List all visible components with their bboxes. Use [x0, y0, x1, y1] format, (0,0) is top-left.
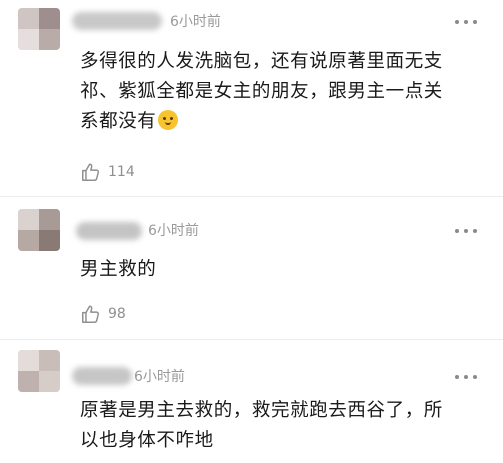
more-options-icon[interactable]: [455, 374, 477, 380]
comment-item: 6小时前 多得很的人发洗脑包，还有说原著里面无支 祁、紫狐全都是女主的朋友，跟男…: [0, 0, 503, 196]
like-count: 98: [108, 306, 126, 322]
thumbs-up-icon: [82, 163, 100, 181]
comment-text-line: 系都没有: [80, 111, 157, 132]
comment-text: 男主救的: [80, 255, 485, 285]
smile-emoji-icon: [158, 110, 179, 130]
comment-time: 6小时前: [170, 14, 221, 30]
comment-text-line-wrap: 系都没有: [80, 107, 485, 137]
comment-text: 多得很的人发洗脑包，还有说原著里面无支 祁、紫狐全都是女主的朋友，跟男主一点关 …: [80, 47, 485, 137]
thumbs-up-icon: [82, 305, 100, 323]
more-options-icon[interactable]: [455, 19, 477, 25]
like-button[interactable]: 114: [80, 161, 135, 183]
like-button[interactable]: 98: [80, 303, 126, 325]
comment-text-line: 男主救的: [80, 259, 157, 280]
username-blurred[interactable]: [72, 12, 162, 30]
comment-text-line: 以也身体不咋地: [80, 430, 214, 451]
comment-text-line: 原著是男主去救的，救完就跑去西谷了，所: [80, 400, 443, 421]
comment-text: 原著是男主去救的，救完就跑去西谷了，所 以也身体不咋地: [80, 396, 485, 456]
comment-time: 6小时前: [148, 223, 199, 239]
comment-time: 6小时前: [134, 369, 185, 385]
avatar[interactable]: [18, 350, 60, 392]
comment-item: 6小时前 原著是男主去救的，救完就跑去西谷了，所 以也身体不咋地: [0, 340, 503, 463]
username-blurred[interactable]: [76, 222, 142, 240]
comment-item: 6小时前 男主救的 98: [0, 197, 503, 339]
like-count: 114: [108, 164, 135, 180]
comment-text-line: 祁、紫狐全都是女主的朋友，跟男主一点关: [80, 81, 443, 102]
avatar[interactable]: [18, 8, 60, 50]
more-options-icon[interactable]: [455, 228, 477, 234]
avatar[interactable]: [18, 209, 60, 251]
username-blurred[interactable]: [72, 367, 132, 385]
comment-text-line: 多得很的人发洗脑包，还有说原著里面无支: [80, 51, 443, 72]
